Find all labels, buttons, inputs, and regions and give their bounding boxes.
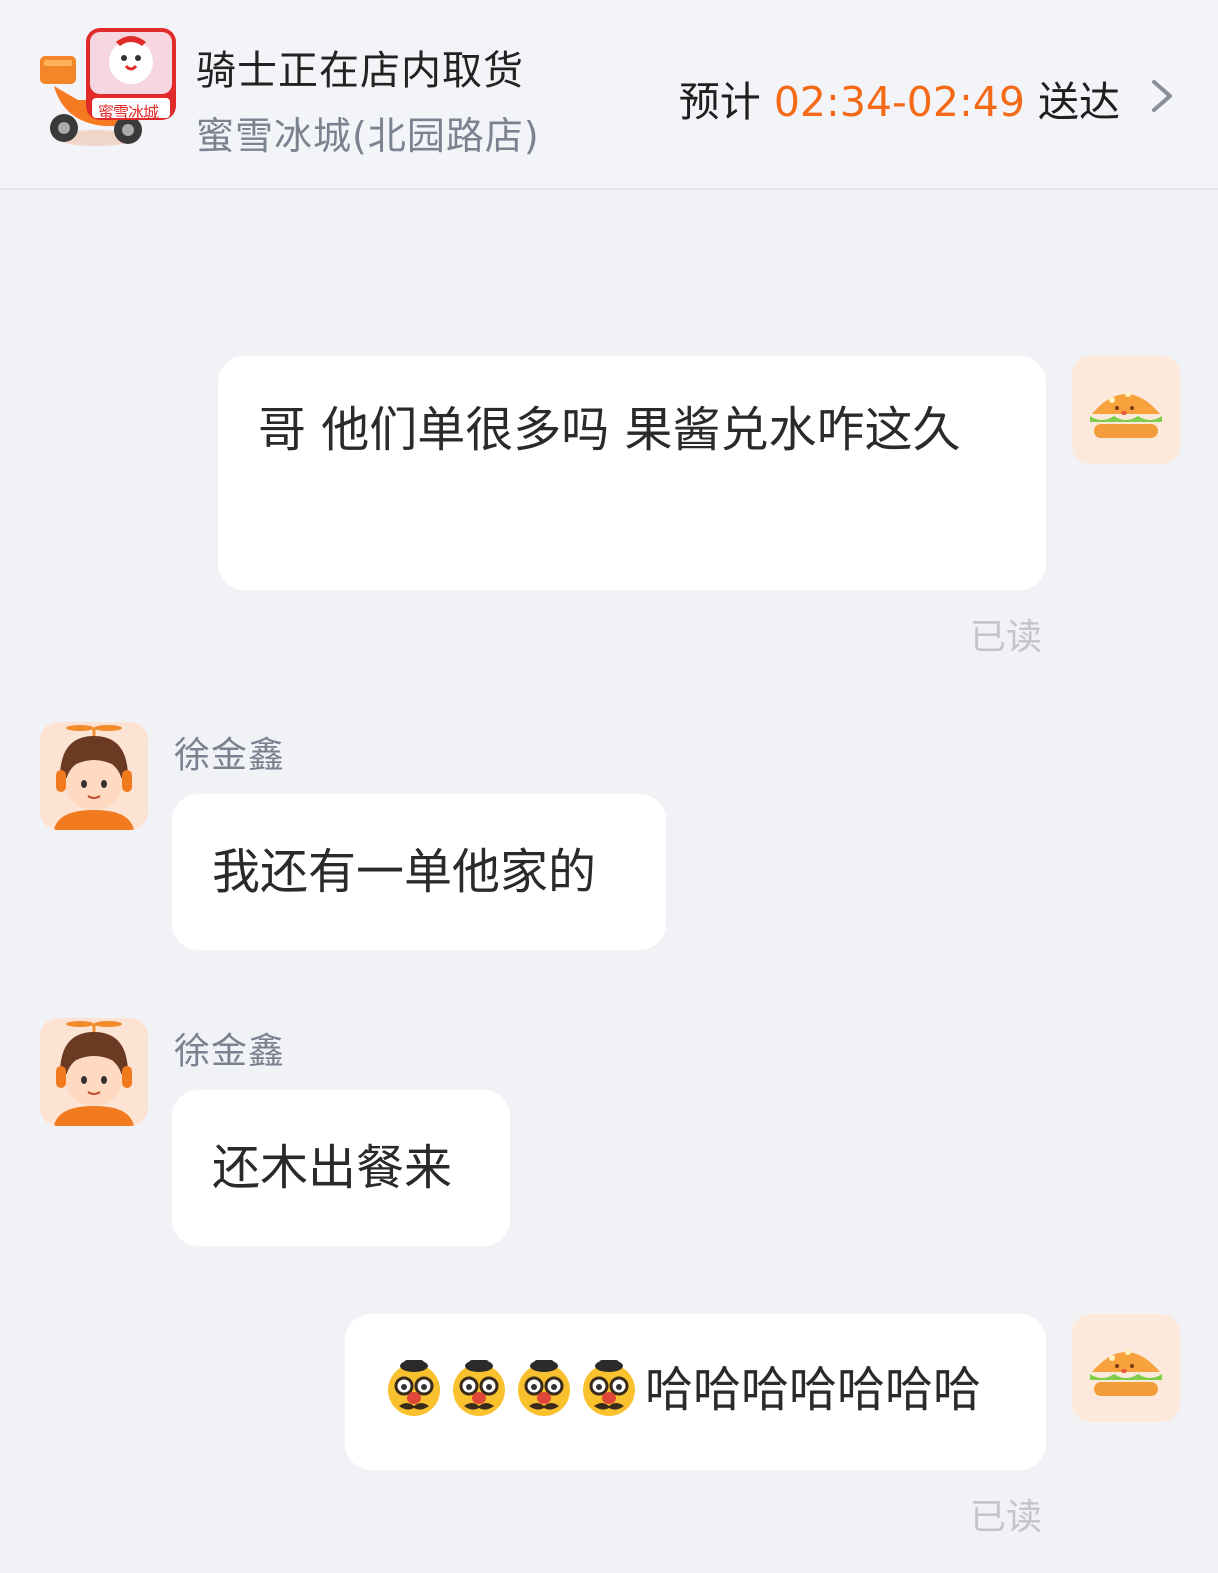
chevron-right-icon[interactable] xyxy=(1146,78,1176,114)
eta-prefix: 预计 xyxy=(678,78,761,126)
delivery-scooter-logo-icon xyxy=(40,28,176,146)
delivery-status-title: 骑士正在店内取货 xyxy=(196,48,524,94)
read-status: 已读 xyxy=(970,1497,1043,1538)
chat-page: 蜜雪冰城 骑士正在店内取货 蜜雪冰城(北园路店) 预计 02:34-02:49 … xyxy=(0,0,1218,1573)
eta-text: 预计 02:34-02:49 送达 xyxy=(679,68,1120,128)
sender-name: 徐金鑫 xyxy=(174,1031,286,1072)
message-bubble-sent[interactable]: 哈哈哈哈哈哈哈 xyxy=(345,1314,1046,1470)
message-text: 哈哈哈哈哈哈哈 xyxy=(645,1362,982,1418)
message-bubble-received[interactable]: 我还有一单他家的 xyxy=(172,794,666,950)
logo-text: 蜜雪冰城 xyxy=(98,103,159,122)
store-name: 蜜雪冰城(北园路店) xyxy=(196,114,540,158)
eta-time: 02:34-02:49 xyxy=(773,78,1025,126)
disguised-face-icon xyxy=(388,1360,440,1416)
burger-icon[interactable] xyxy=(1072,356,1180,464)
disguised-face-icon xyxy=(453,1360,505,1416)
message-text: 还木出餐来 xyxy=(212,1140,453,1196)
emoji-row xyxy=(385,1360,645,1418)
order-status-header[interactable]: 蜜雪冰城 骑士正在店内取货 蜜雪冰城(北园路店) 预计 02:34-02:49 … xyxy=(0,0,1218,190)
message-bubble-received[interactable]: 还木出餐来 xyxy=(172,1090,510,1246)
message-text: 哥 他们单很多吗 果酱兑水咋这久 xyxy=(258,402,961,458)
burger-icon[interactable] xyxy=(1072,1314,1180,1422)
disguised-face-icon xyxy=(583,1360,635,1416)
message-bubble-sent[interactable]: 哥 他们单很多吗 果酱兑水咋这久 xyxy=(218,356,1046,590)
rider-avatar[interactable] xyxy=(40,722,148,830)
eta-suffix: 送达 xyxy=(1038,78,1120,126)
message-text: 我还有一单他家的 xyxy=(212,844,597,900)
read-status: 已读 xyxy=(970,617,1043,658)
rider-avatar[interactable] xyxy=(40,1018,148,1126)
sender-name: 徐金鑫 xyxy=(174,735,286,776)
disguised-face-icon xyxy=(518,1360,570,1416)
